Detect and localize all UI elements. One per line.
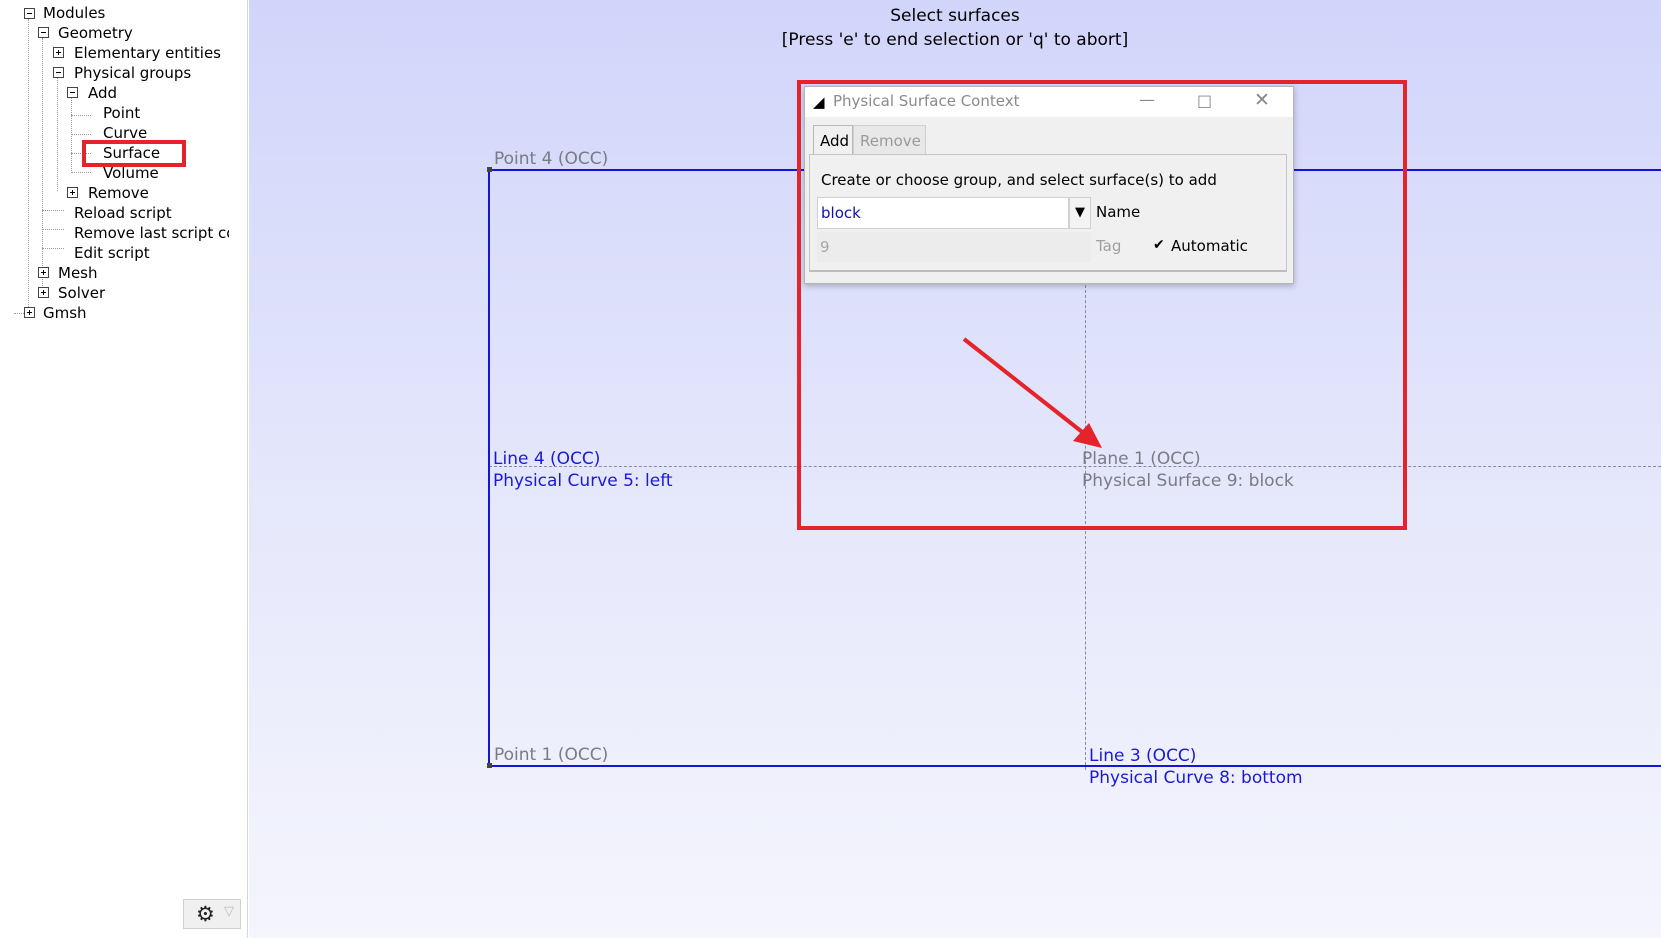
tree-item-solver[interactable]: Solver: [58, 283, 105, 303]
tree-connector: [42, 229, 64, 230]
settings-button[interactable]: ⚙ ▽: [183, 899, 241, 929]
tree-connector: [71, 115, 91, 116]
gear-icon: ⚙: [196, 902, 215, 926]
tree-connector: [28, 19, 29, 307]
point-1-label: Point 1 (OCC): [494, 745, 609, 765]
tree-connector: [42, 210, 64, 211]
tree-item-edit-script[interactable]: Edit script: [74, 243, 150, 263]
tree-connector: [57, 76, 58, 191]
expand-icon[interactable]: [38, 287, 49, 298]
dropdown-triangle-icon: ▽: [224, 904, 234, 919]
tree-connector: [42, 248, 64, 249]
tree-item-mesh[interactable]: Mesh: [58, 263, 98, 283]
collapse-icon[interactable]: [24, 8, 35, 19]
expand-icon[interactable]: [38, 267, 49, 278]
tree-connector: [71, 134, 91, 135]
line-4-label: Line 4 (OCC): [493, 449, 601, 469]
tree-item-reload-script[interactable]: Reload script: [74, 203, 172, 223]
tree-connector: [14, 313, 24, 314]
tree-item-modules[interactable]: Modules: [43, 3, 105, 23]
tree-item-add[interactable]: Add: [88, 83, 117, 103]
tree-item-elementary-entities[interactable]: Elementary entities: [74, 43, 221, 63]
tree-item-physical-groups[interactable]: Physical groups: [74, 63, 191, 83]
status-hint: [Press 'e' to end selection or 'q' to ab…: [781, 30, 1129, 50]
tree-item-gmsh[interactable]: Gmsh: [43, 303, 87, 323]
collapse-icon[interactable]: [53, 67, 64, 78]
tree-connector: [71, 172, 91, 173]
expand-icon[interactable]: [67, 187, 78, 198]
point-4-label: Point 4 (OCC): [494, 149, 609, 169]
physical-curve-5-label: Physical Curve 5: left: [493, 471, 673, 491]
point-4-marker[interactable]: [487, 167, 492, 172]
annotation-arrow-icon: [962, 337, 1102, 448]
surface-highlight-annotation: [82, 140, 186, 167]
line-3-label: Line 3 (OCC): [1089, 746, 1197, 766]
status-message: Select surfaces: [890, 6, 1020, 26]
tree-connector: [42, 38, 43, 288]
tree-item-remove-last-script-command[interactable]: Remove last script cor: [74, 223, 229, 243]
tree-item-geometry[interactable]: Geometry: [58, 23, 133, 43]
line-left[interactable]: [488, 169, 490, 767]
dialog-highlight-annotation: [797, 80, 1407, 530]
tree-item-remove[interactable]: Remove: [88, 183, 149, 203]
expand-icon[interactable]: [53, 47, 64, 58]
tree-item-point[interactable]: Point: [103, 103, 140, 123]
collapse-icon[interactable]: [38, 27, 49, 38]
module-tree: Modules Geometry Elementary entities Phy…: [0, 0, 248, 938]
line-bottom[interactable]: [489, 765, 1661, 767]
expand-icon[interactable]: [24, 307, 35, 318]
tree-connector: [71, 95, 72, 171]
physical-curve-8-label: Physical Curve 8: bottom: [1089, 768, 1303, 788]
collapse-icon[interactable]: [67, 87, 78, 98]
point-1-marker[interactable]: [487, 763, 492, 768]
